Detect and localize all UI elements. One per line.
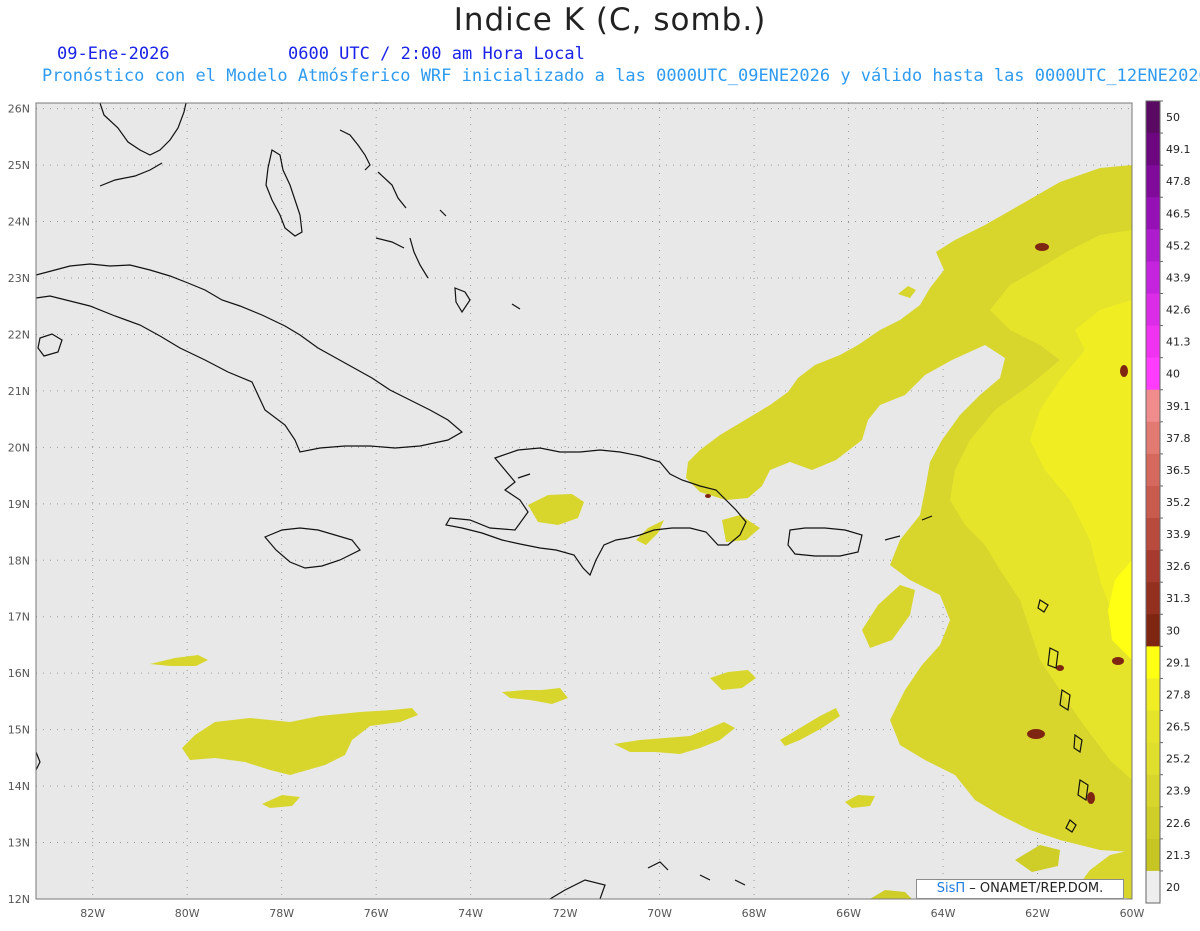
colorbar-swatch (1146, 421, 1160, 455)
colorbar-swatch (1146, 229, 1160, 262)
colorbar-label: 37.8 (1166, 432, 1191, 445)
lat-label: 18N (8, 554, 30, 567)
lon-label: 82W (80, 907, 105, 920)
lat-label: 26N (8, 103, 30, 116)
colorbar-label: 47.8 (1166, 175, 1191, 188)
lat-label: 13N (8, 837, 30, 850)
hotspot-19n-69w (705, 494, 711, 498)
hotspot-21n-60w (1120, 365, 1128, 377)
colorbar-label: 46.5 (1166, 207, 1191, 220)
colorbar-label: 50 (1166, 111, 1180, 124)
colorbar-label: 31.3 (1166, 592, 1191, 605)
colorbar-label: 27.8 (1166, 688, 1191, 701)
hotspot-15n-62w (1027, 729, 1045, 739)
lat-label: 14N (8, 780, 30, 793)
lon-label: 76W (364, 907, 389, 920)
hotspot-23n-62w (1035, 243, 1049, 251)
colorbar-swatch (1146, 614, 1160, 647)
colorbar-label: 41.3 (1166, 336, 1191, 349)
colorbar-label: 43.9 (1166, 271, 1191, 284)
colorbar-label: 26.5 (1166, 721, 1191, 734)
colorbar-label: 45.2 (1166, 239, 1191, 252)
colorbar-swatch (1146, 389, 1160, 423)
lat-label: 19N (8, 498, 30, 511)
lat-label: 16N (8, 667, 30, 680)
colorbar-label: 32.6 (1166, 560, 1191, 573)
credit-org: – ONAMET/REP.DOM. (969, 881, 1104, 896)
lat-label: 21N (8, 385, 30, 398)
colorbar-swatch (1146, 485, 1160, 519)
lon-label: 62W (1025, 907, 1050, 920)
colorbar-swatch (1146, 550, 1160, 583)
colorbar-swatch (1146, 710, 1160, 744)
colorbar-swatch (1146, 197, 1160, 230)
colorbar-label: 33.9 (1166, 528, 1191, 541)
latitude-labels: 26N 25N 24N 23N 22N 21N 20N 19N 18N 17N 16N 15N 14N 1… (8, 103, 30, 906)
lon-label: 70W (647, 907, 672, 920)
colorbar: 50 49.1 47.8 46.5 45.2 43.9 42.6 41.3 40 39.1 37.8… (1145, 100, 1191, 904)
lat-label: 20N (8, 441, 30, 454)
colorbar-label: 25.2 (1166, 753, 1191, 766)
lat-label: 23N (8, 272, 30, 285)
colorbar-swatch (1146, 806, 1160, 840)
map-svg: 82W 80W 78W 76W 74W 72W 70W 68W 66W 64W 62W 60W 26N… (8, 100, 1191, 920)
colorbar-label: 35.2 (1166, 496, 1191, 509)
credit-box: SisΠ – ONAMET/REP.DOM. (916, 879, 1124, 899)
colorbar-label: 21.3 (1166, 849, 1191, 862)
colorbar-swatch (1146, 165, 1160, 198)
colorbar-swatch (1146, 870, 1160, 904)
colorbar-swatch (1146, 133, 1160, 166)
colorbar-swatch (1146, 838, 1160, 872)
lat-label: 24N (8, 216, 30, 229)
colorbar-label: 49.1 (1166, 143, 1191, 156)
map-area: 82W 80W 78W 76W 74W 72W 70W 68W 66W 64W 62W 60W 26N… (0, 90, 1200, 927)
colorbar-label: 29.1 (1166, 656, 1191, 669)
colorbar-label: 22.6 (1166, 817, 1191, 830)
colorbar-swatch (1146, 646, 1160, 679)
lat-label: 22N (8, 328, 30, 341)
lon-label: 80W (175, 907, 200, 920)
lon-label: 64W (931, 907, 956, 920)
colorbar-swatch (1146, 293, 1160, 327)
forecast-date: 09-Ene-2026 (57, 44, 170, 64)
lon-label: 60W (1120, 907, 1145, 920)
colorbar-swatch (1146, 453, 1160, 487)
hotspot-14n-61w (1087, 792, 1095, 804)
colorbar-swatch (1146, 774, 1160, 808)
colorbar-swatch (1146, 357, 1160, 391)
colorbar-label: 40 (1166, 368, 1180, 381)
hotspot-16n-60w (1112, 657, 1124, 665)
colorbar-label: 42.6 (1166, 304, 1191, 317)
lon-label: 74W (458, 907, 483, 920)
colorbar-swatch (1146, 742, 1160, 776)
lon-label: 72W (553, 907, 578, 920)
longitude-labels: 82W 80W 78W 76W 74W 72W 70W 68W 66W 64W 62W 60W (80, 907, 1144, 920)
colorbar-swatch (1146, 678, 1160, 712)
colorbar-swatch (1146, 325, 1160, 359)
lon-label: 68W (742, 907, 767, 920)
lat-label: 17N (8, 611, 30, 624)
lat-label: 25N (8, 159, 30, 172)
colorbar-label: 30 (1166, 624, 1180, 637)
lon-label: 66W (836, 907, 861, 920)
colorbar-label: 39.1 (1166, 400, 1191, 413)
lat-label: 12N (8, 893, 30, 906)
lon-label: 78W (269, 907, 294, 920)
sispi-logo: SisΠ (936, 881, 966, 896)
colorbar-swatch (1146, 582, 1160, 615)
colorbar-label: 23.9 (1166, 785, 1191, 798)
lat-label: 15N (8, 724, 30, 737)
colorbar-label: 20 (1166, 881, 1180, 894)
hotspot-16n-62w (1056, 665, 1064, 671)
colorbar-swatch (1146, 101, 1160, 134)
colorbar-swatch (1146, 261, 1160, 294)
forecast-time: 0600 UTC / 2:00 am Hora Local (288, 44, 585, 64)
map-title: Indice K (C, somb.) (453, 2, 767, 38)
colorbar-swatch (1146, 518, 1160, 551)
forecast-description: Pronóstico con el Modelo Atmósferico WRF… (42, 66, 1200, 86)
colorbar-label: 36.5 (1166, 464, 1191, 477)
